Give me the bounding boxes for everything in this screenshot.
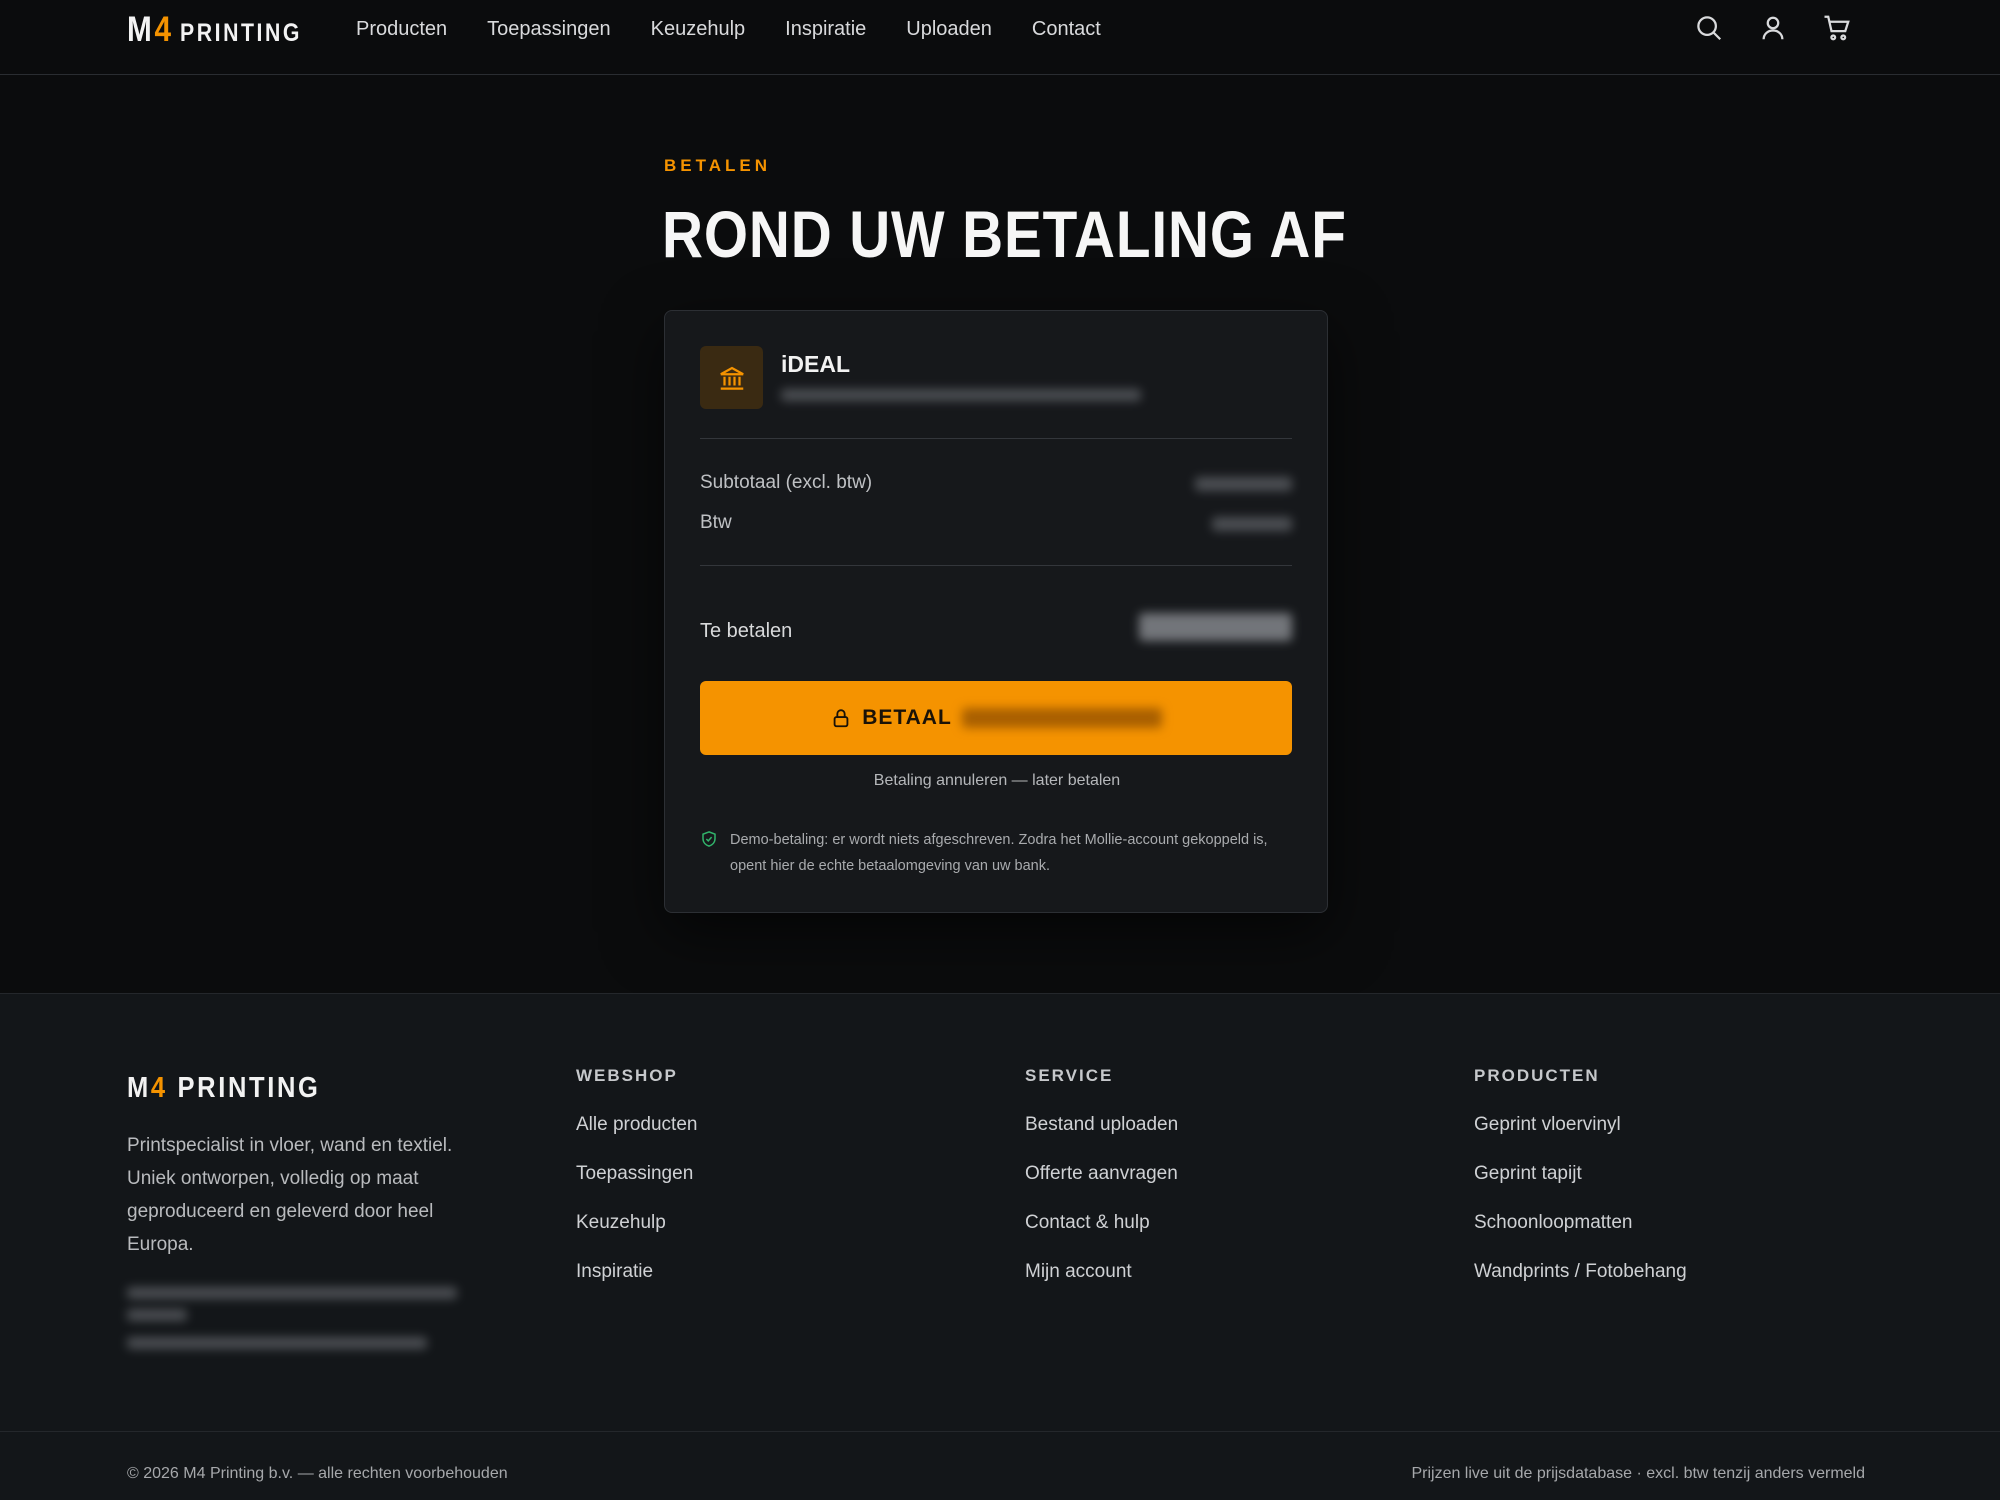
pay-button[interactable]: BETAAL [700,681,1292,755]
section-eyebrow: BETALEN [664,156,772,175]
payment-method-name: iDEAL [781,351,850,377]
total-value [1139,613,1292,641]
subtotal-label: Subtotaal (excl. btw) [700,472,873,493]
payment-method-icon-box [700,346,763,409]
copyright-text: © 2026 M4 Printing b.v. — alle rechten v… [127,1465,508,1482]
divider [700,438,1292,439]
pay-button-label: BETAAL [862,706,952,729]
footer-link[interactable]: Mijn account [1025,1259,1178,1284]
lock-icon [833,709,849,728]
footer-link[interactable]: Toepassingen [576,1161,697,1186]
footer-link[interactable]: Schoonloopmatten [1474,1210,1687,1235]
subtotal-value [1195,477,1292,491]
footer-column-service: SERVICE Bestand uploaden Offerte aanvrag… [1025,1066,1178,1308]
vat-label: Btw [700,512,732,533]
footer-link[interactable]: Wandprints / Fotobehang [1474,1259,1687,1284]
footer-link[interactable]: Offerte aanvragen [1025,1161,1178,1186]
footer-about-text: Printspecialist in vloer, wand en textie… [127,1135,453,1255]
footer-contact-info [127,1309,187,1321]
cancel-payment-link[interactable]: Betaling annuleren — later betalen [665,772,1329,790]
shield-check-icon [702,831,716,847]
footer-column-title: PRODUCTEN [1474,1066,1600,1085]
footer-contact-info [127,1287,457,1299]
footer-link[interactable]: Geprint vloervinyl [1474,1112,1687,1137]
site-footer: M4 PRINTING Printspecialist in vloer, wa… [0,993,2000,1500]
nav-item-toepassingen[interactable]: Toepassingen [487,18,610,41]
footer-bottom-bar: © 2026 M4 Printing b.v. — alle rechten v… [0,1431,2000,1500]
user-icon[interactable] [1758,13,1788,43]
vat-value [1212,517,1292,531]
footer-link[interactable]: Keuzehulp [576,1210,697,1235]
footer-contact-info [127,1337,427,1349]
footer-link[interactable]: Bestand uploaden [1025,1112,1178,1137]
site-header: M 4 PRINTING Producten Toepassingen Keuz… [0,0,2000,75]
nav-item-keuzehulp[interactable]: Keuzehulp [651,18,746,41]
footer-link[interactable]: Geprint tapijt [1474,1161,1687,1186]
footer-column-webshop: WEBSHOP Alle producten Toepassingen Keuz… [576,1066,697,1308]
footer-logo[interactable]: M4 PRINTING [127,1072,321,1105]
demo-note-text: Demo-betaling: er wordt niets afgeschrev… [730,832,1268,874]
total-label: Te betalen [700,620,793,642]
payment-card: iDEAL Subtotaal (excl. btw) Btw Te betal… [664,310,1328,913]
nav-item-producten[interactable]: Producten [356,18,447,41]
demo-payment-note: Demo-betaling: er wordt niets afgeschrev… [700,827,1270,879]
page-title: ROND UW BETALING AF [662,197,1347,271]
footer-link[interactable]: Alle producten [576,1112,697,1137]
main-nav: Producten Toepassingen Keuzehulp Inspira… [356,0,1101,58]
divider [700,565,1292,566]
footer-column-title: WEBSHOP [576,1066,678,1085]
footer-column-producten: PRODUCTEN Geprint vloervinyl Geprint tap… [1474,1066,1687,1308]
cart-icon[interactable] [1822,13,1852,43]
nav-item-contact[interactable]: Contact [1032,18,1101,41]
payment-method-description [781,389,1141,401]
header-actions [1694,13,1852,43]
footer-link[interactable]: Contact & hulp [1025,1210,1178,1235]
nav-item-inspiratie[interactable]: Inspiratie [785,18,866,41]
bank-icon [719,366,744,390]
nav-item-uploaden[interactable]: Uploaden [906,18,992,41]
pay-button-amount [961,708,1162,728]
search-icon[interactable] [1694,13,1724,43]
price-note-text: Prijzen live uit de prijsdatabase · excl… [1411,1465,1865,1482]
footer-link[interactable]: Inspiratie [576,1259,697,1284]
footer-column-title: SERVICE [1025,1066,1114,1085]
site-logo[interactable]: M 4 PRINTING [127,10,323,50]
